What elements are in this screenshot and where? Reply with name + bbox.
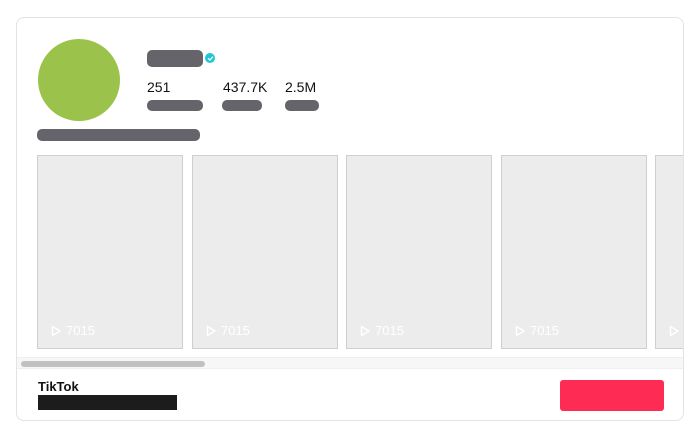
play-icon: [669, 325, 679, 337]
following-count: 251: [147, 79, 171, 95]
play-icon: [206, 325, 216, 337]
followers-count: 437.7K: [223, 79, 268, 95]
horizontal-scrollbar[interactable]: [17, 357, 683, 369]
video-tile[interactable]: 7015: [501, 155, 647, 349]
view-count: 7015: [668, 324, 683, 338]
profile-embed-card: 251 437.7K 2.5M 7015 7015 7015 7015 TikT…: [16, 17, 684, 421]
avatar[interactable]: [38, 39, 120, 121]
username-placeholder[interactable]: [147, 50, 203, 67]
view-count-value: 7015: [530, 323, 559, 338]
view-count-value: 7015: [221, 323, 250, 338]
video-tile[interactable]: 7015: [346, 155, 492, 349]
brand-subtitle: [38, 395, 177, 410]
likes-count: 2.5M: [285, 79, 317, 95]
video-tile[interactable]: 7015: [655, 155, 683, 349]
verified-check-icon: [205, 53, 215, 63]
video-strip[interactable]: 7015 7015 7015 7015 7015: [17, 154, 683, 352]
follow-button[interactable]: [560, 380, 664, 411]
following-label-placeholder: [147, 100, 203, 111]
view-count-value: 7015: [375, 323, 404, 338]
followers-label-placeholder: [222, 100, 262, 111]
likes-label-placeholder: [285, 100, 319, 111]
view-count: 7015: [359, 324, 404, 338]
brand-name: TikTok: [38, 379, 79, 394]
bio-placeholder: [37, 129, 200, 141]
play-icon: [51, 325, 61, 337]
video-tile[interactable]: 7015: [192, 155, 338, 349]
view-count-value: 7015: [66, 323, 95, 338]
view-count: 7015: [50, 324, 95, 338]
view-count: 7015: [514, 324, 559, 338]
scrollbar-thumb[interactable]: [21, 361, 205, 367]
play-icon: [360, 325, 370, 337]
view-count: 7015: [205, 324, 250, 338]
video-tile[interactable]: 7015: [37, 155, 183, 349]
play-icon: [515, 325, 525, 337]
